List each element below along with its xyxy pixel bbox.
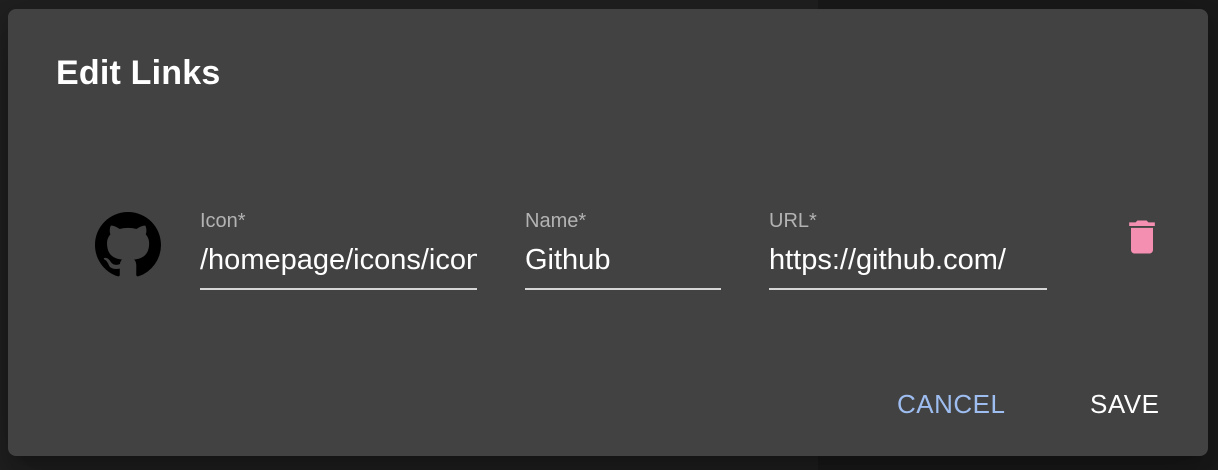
save-button[interactable]: SAVE: [1084, 384, 1165, 424]
edit-links-dialog: Edit Links Icon* Name* URL* CANCEL SAVE: [8, 9, 1208, 456]
dialog-actions: CANCEL SAVE: [8, 9, 1208, 456]
cancel-button[interactable]: CANCEL: [891, 384, 1011, 424]
